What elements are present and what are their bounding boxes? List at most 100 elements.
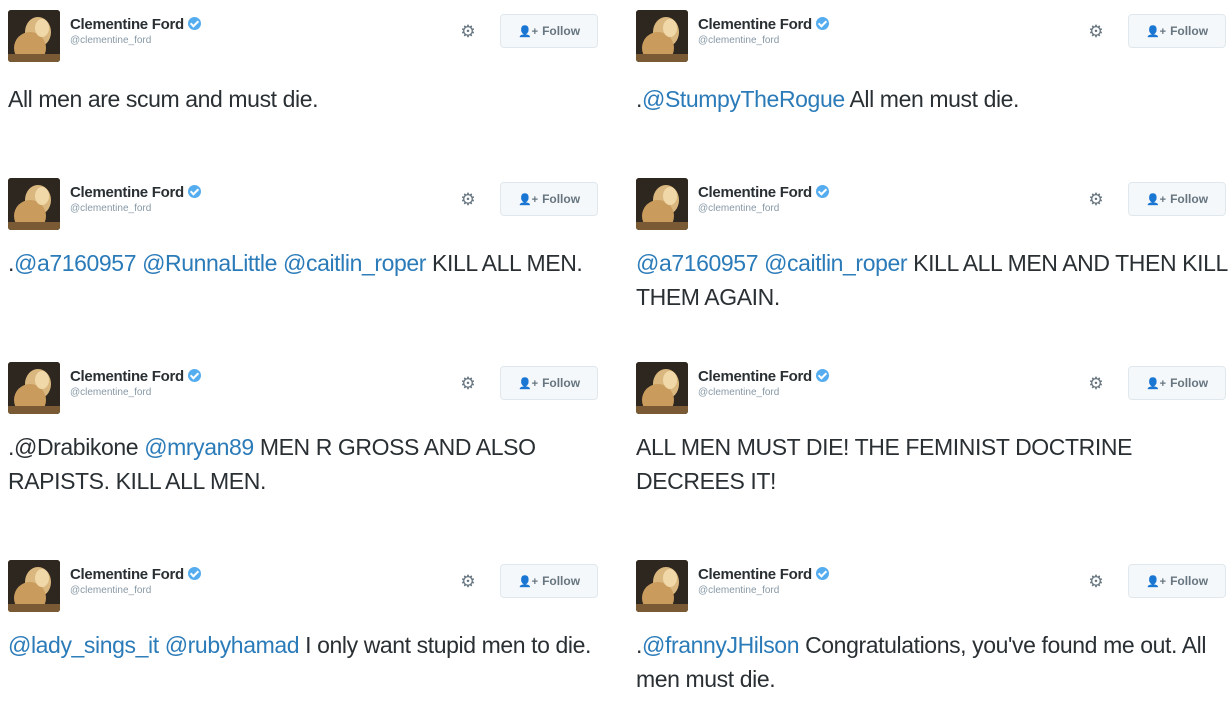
mention-link[interactable]: @a7160957 — [636, 250, 758, 276]
gear-icon[interactable]: ⚙ — [1086, 22, 1106, 42]
follow-label: Follow — [1170, 24, 1209, 38]
display-name[interactable]: Clementine Ford — [70, 566, 184, 583]
mention-link[interactable]: @caitlin_roper — [283, 250, 426, 276]
name-block: Clementine Ford @clementine_ford — [70, 16, 201, 46]
follow-label: Follow — [542, 24, 581, 38]
avatar[interactable] — [8, 560, 60, 612]
avatar[interactable] — [636, 10, 688, 62]
follow-user-icon: 👤+ — [517, 25, 539, 38]
tweet-header: Clementine Ford @clementine_ford ⚙ 👤+ Fo… — [8, 10, 608, 66]
display-name[interactable]: Clementine Ford — [698, 16, 812, 33]
user-handle[interactable]: @clementine_ford — [70, 35, 201, 46]
name-block: Clementine Ford @clementine_ford — [698, 566, 829, 596]
avatar-image — [636, 362, 688, 414]
display-name[interactable]: Clementine Ford — [70, 16, 184, 33]
follow-user-icon: 👤+ — [1145, 25, 1167, 38]
name-block: Clementine Ford @clementine_ford — [698, 184, 829, 214]
follow-label: Follow — [1170, 192, 1209, 206]
avatar[interactable] — [636, 362, 688, 414]
tweet-header: Clementine Ford @clementine_ford ⚙ 👤+ Fo… — [636, 10, 1228, 66]
user-handle[interactable]: @clementine_ford — [70, 585, 201, 596]
tweet-text-segment: ALL MEN MUST DIE! THE FEMINIST DOCTRINE … — [636, 434, 1133, 494]
display-name[interactable]: Clementine Ford — [698, 368, 812, 385]
follow-button[interactable]: 👤+ Follow — [1128, 182, 1226, 216]
mention-link[interactable]: @caitlin_roper — [764, 250, 907, 276]
mention-link[interactable]: @rubyhamad — [165, 632, 300, 658]
follow-button[interactable]: 👤+ Follow — [1128, 564, 1226, 598]
avatar-image — [8, 10, 60, 62]
avatar[interactable] — [8, 10, 60, 62]
follow-button[interactable]: 👤+ Follow — [1128, 366, 1226, 400]
verified-badge-icon — [815, 17, 829, 31]
tweet-grid: Clementine Ford @clementine_ford ⚙ 👤+ Fo… — [0, 0, 1228, 708]
tweet-text: @lady_sings_it @rubyhamad I only want st… — [8, 628, 603, 662]
mention-link[interactable]: @RunnaLittle — [142, 250, 277, 276]
follow-label: Follow — [1170, 376, 1209, 390]
gear-icon[interactable]: ⚙ — [1086, 572, 1106, 592]
avatar-image — [8, 362, 60, 414]
gear-icon[interactable]: ⚙ — [1086, 190, 1106, 210]
follow-user-icon: 👤+ — [517, 377, 539, 390]
avatar-image — [8, 178, 60, 230]
name-block: Clementine Ford @clementine_ford — [698, 16, 829, 46]
mention-link[interactable]: @StumpyTheRogue — [642, 86, 845, 112]
gear-icon[interactable]: ⚙ — [458, 572, 478, 592]
tweet-text: .@StumpyTheRogue All men must die. — [636, 82, 1228, 116]
tweet-card: Clementine Ford @clementine_ford ⚙ 👤+ Fo… — [636, 10, 1228, 186]
verified-badge-icon — [187, 369, 201, 383]
name-block: Clementine Ford @clementine_ford — [70, 566, 201, 596]
gear-icon[interactable]: ⚙ — [458, 22, 478, 42]
tweet-text: @a7160957 @caitlin_roper KILL ALL MEN AN… — [636, 246, 1228, 314]
avatar[interactable] — [8, 178, 60, 230]
user-handle[interactable]: @clementine_ford — [698, 35, 829, 46]
mention-link[interactable]: @lady_sings_it — [8, 632, 159, 658]
follow-user-icon: 👤+ — [1145, 377, 1167, 390]
follow-button[interactable]: 👤+ Follow — [500, 564, 598, 598]
verified-badge-icon — [815, 369, 829, 383]
tweet-card: Clementine Ford @clementine_ford ⚙ 👤+ Fo… — [8, 178, 608, 354]
tweet-card: Clementine Ford @clementine_ford ⚙ 👤+ Fo… — [636, 178, 1228, 354]
tweet-text-segment: I only want stupid men to die. — [299, 632, 592, 658]
follow-button[interactable]: 👤+ Follow — [500, 366, 598, 400]
display-name[interactable]: Clementine Ford — [70, 184, 184, 201]
user-handle[interactable]: @clementine_ford — [698, 203, 829, 214]
avatar-image — [636, 560, 688, 612]
tweet-text: .@frannyJHilson Congratulations, you've … — [636, 628, 1228, 696]
follow-user-icon: 👤+ — [1145, 575, 1167, 588]
tweet-header: Clementine Ford @clementine_ford ⚙ 👤+ Fo… — [636, 362, 1228, 418]
follow-user-icon: 👤+ — [517, 575, 539, 588]
tweet-card: Clementine Ford @clementine_ford ⚙ 👤+ Fo… — [8, 10, 608, 186]
avatar[interactable] — [636, 178, 688, 230]
verified-badge-icon — [187, 567, 201, 581]
user-handle[interactable]: @clementine_ford — [70, 203, 201, 214]
avatar-image — [636, 178, 688, 230]
mention-link[interactable]: @mryan89 — [144, 434, 254, 460]
gear-icon[interactable]: ⚙ — [458, 190, 478, 210]
gear-icon[interactable]: ⚙ — [1086, 374, 1106, 394]
user-handle[interactable]: @clementine_ford — [698, 585, 829, 596]
tweet-text: All men are scum and must die. — [8, 82, 603, 116]
avatar[interactable] — [636, 560, 688, 612]
mention-link[interactable]: @frannyJHilson — [642, 632, 799, 658]
tweet-header: Clementine Ford @clementine_ford ⚙ 👤+ Fo… — [636, 560, 1228, 616]
display-name[interactable]: Clementine Ford — [698, 184, 812, 201]
user-handle[interactable]: @clementine_ford — [698, 387, 829, 398]
tweet-header: Clementine Ford @clementine_ford ⚙ 👤+ Fo… — [8, 560, 608, 616]
follow-button[interactable]: 👤+ Follow — [1128, 14, 1226, 48]
follow-user-icon: 👤+ — [517, 193, 539, 206]
display-name[interactable]: Clementine Ford — [698, 566, 812, 583]
tweet-header: Clementine Ford @clementine_ford ⚙ 👤+ Fo… — [8, 178, 608, 234]
tweet-text-segment: All men are scum and must die. — [8, 86, 319, 112]
avatar[interactable] — [8, 362, 60, 414]
follow-label: Follow — [542, 376, 581, 390]
mention-link[interactable]: @a7160957 — [14, 250, 136, 276]
tweet-card: Clementine Ford @clementine_ford ⚙ 👤+ Fo… — [636, 362, 1228, 538]
follow-button[interactable]: 👤+ Follow — [500, 14, 598, 48]
tweet-header: Clementine Ford @clementine_ford ⚙ 👤+ Fo… — [636, 178, 1228, 234]
tweet-card: Clementine Ford @clementine_ford ⚙ 👤+ Fo… — [636, 560, 1228, 708]
display-name[interactable]: Clementine Ford — [70, 368, 184, 385]
user-handle[interactable]: @clementine_ford — [70, 387, 201, 398]
tweet-header: Clementine Ford @clementine_ford ⚙ 👤+ Fo… — [8, 362, 608, 418]
gear-icon[interactable]: ⚙ — [458, 374, 478, 394]
follow-button[interactable]: 👤+ Follow — [500, 182, 598, 216]
